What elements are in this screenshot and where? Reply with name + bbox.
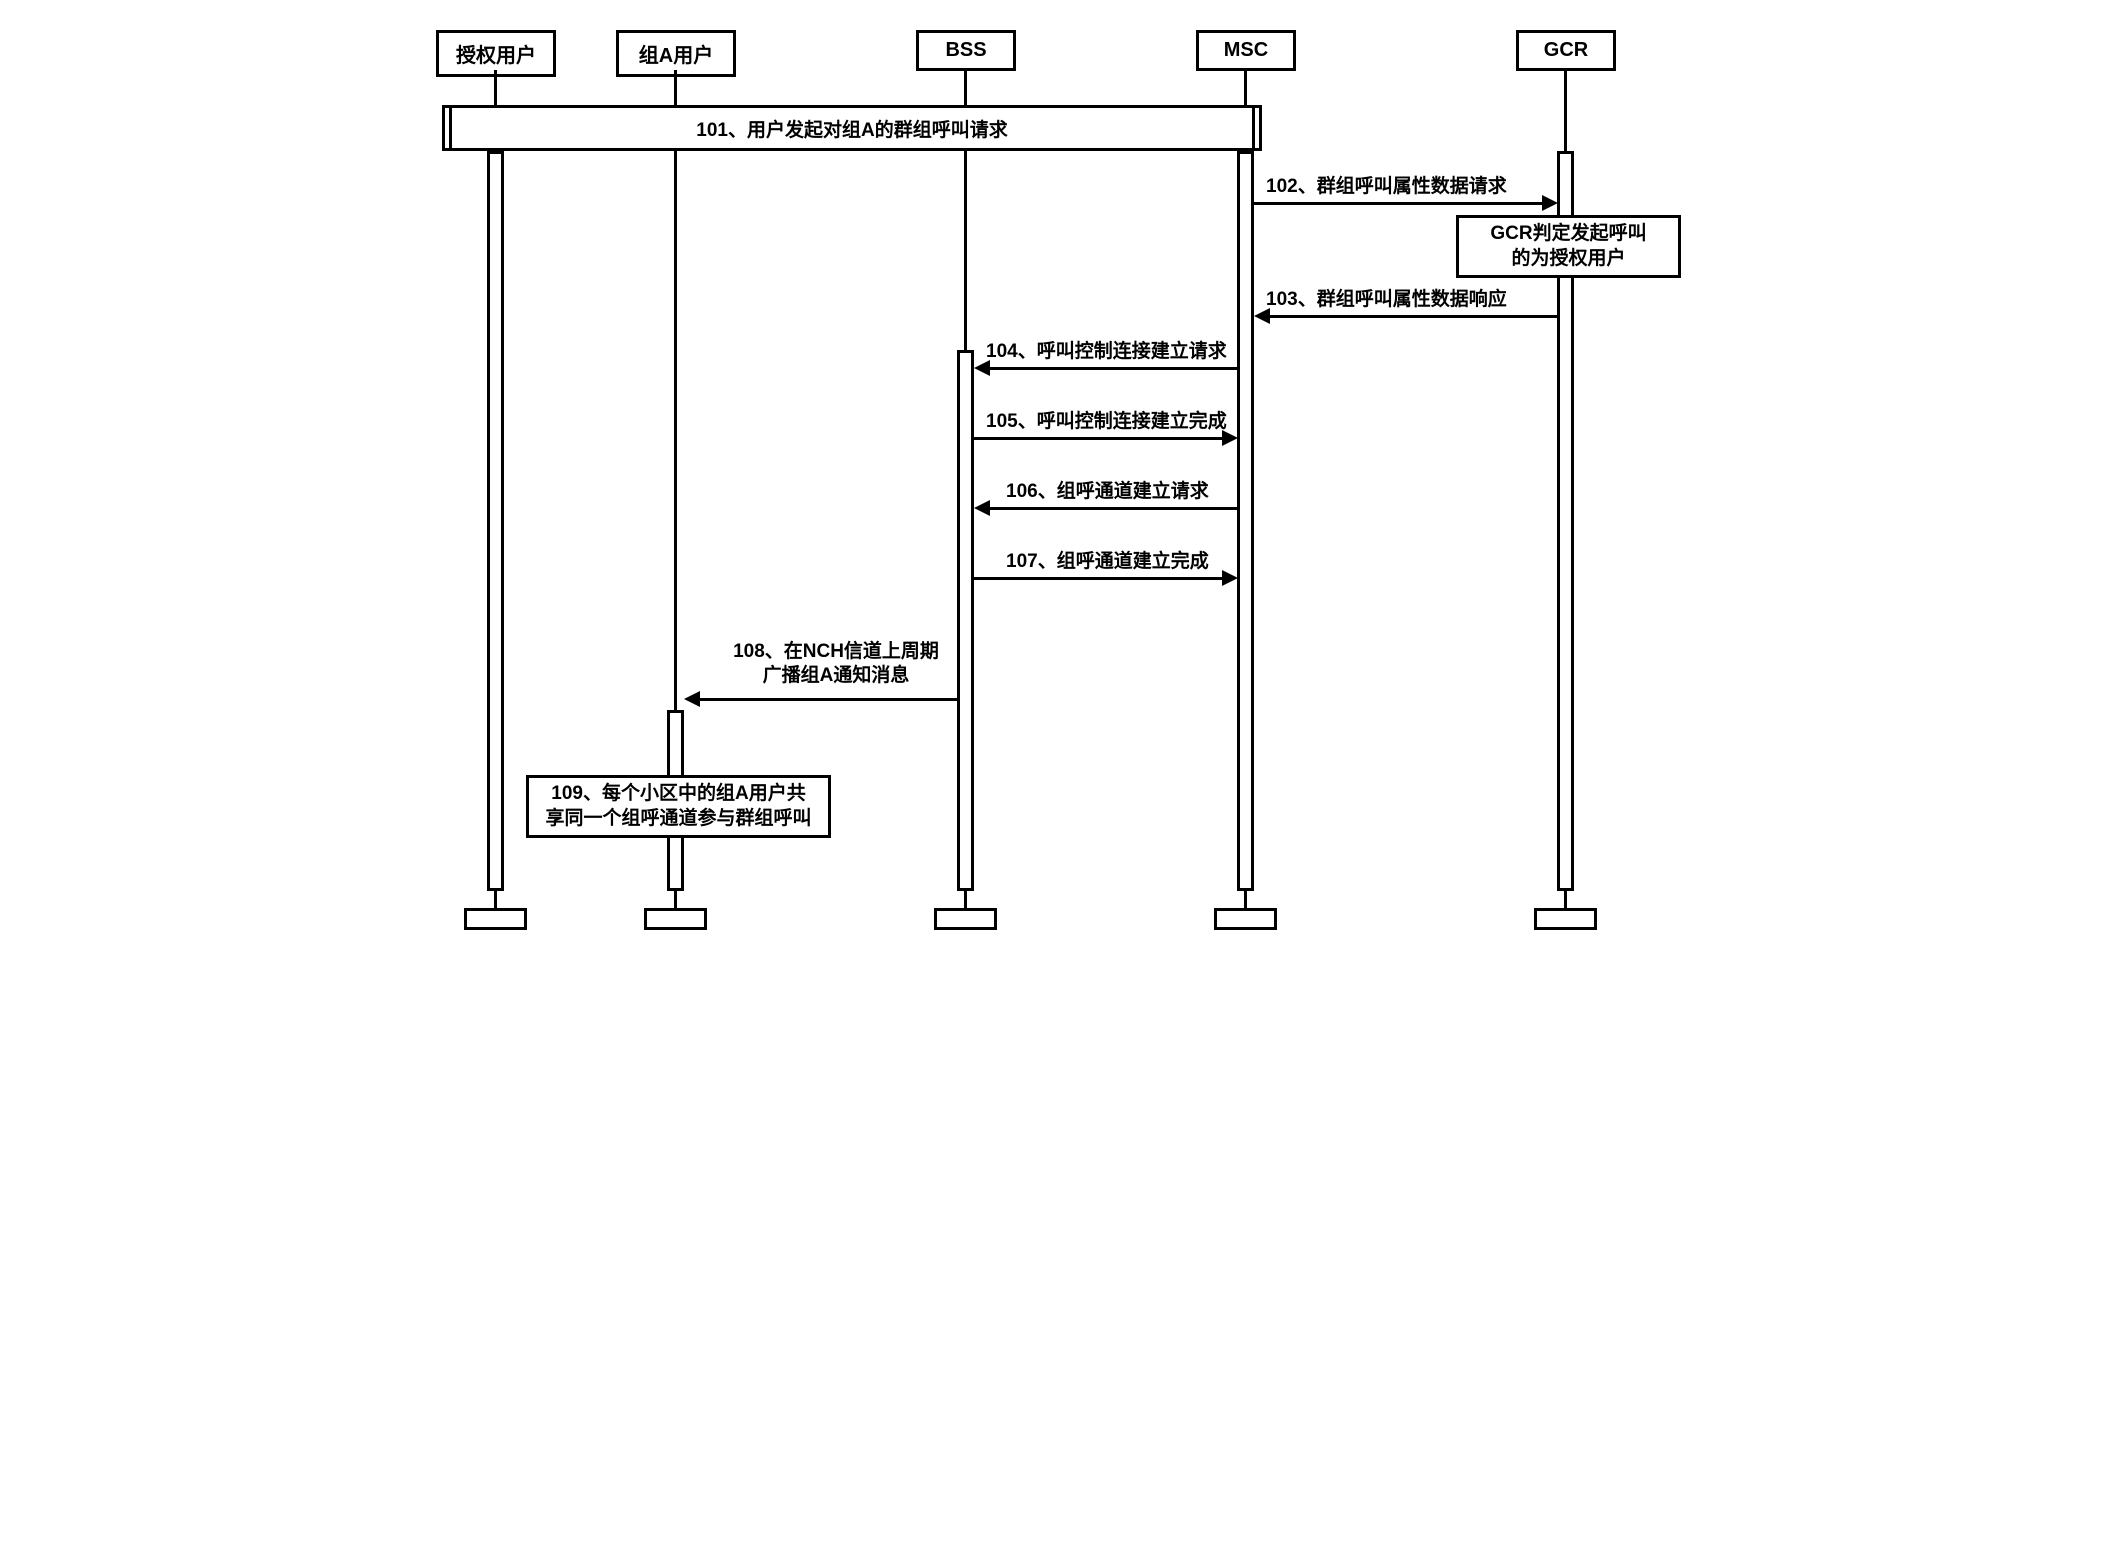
activation-authuser [487,151,504,891]
note-109-l1: 109、每个小区中的组A用户共 [535,782,822,807]
actor-bss: BSS [916,30,1016,71]
msg-101-label: 101、用户发起对组A的群组呼叫请求 [696,115,1007,142]
arrow-103 [1266,315,1558,318]
arrow-102 [1254,202,1546,205]
note-gcr-line2: 的为授权用户 [1465,247,1672,272]
arrow-107 [974,577,1226,580]
arrow-108-head [684,691,700,707]
activation-msc-101 [1252,105,1262,151]
foot-msc [1214,908,1277,930]
arrow-108 [696,698,958,701]
foot-auth-user [464,908,527,930]
arrow-105-head [1222,430,1238,446]
note-gcr-auth: GCR判定发起呼叫 的为授权用户 [1456,215,1681,278]
fragment-101: 101、用户发起对组A的群组呼叫请求 [446,105,1258,151]
foot-group-a-user [644,908,707,930]
arrow-103-head [1254,308,1270,324]
sequence-diagram: 授权用户 组A用户 BSS MSC GCR 101、用户发起对组A的群组呼叫请求… [416,20,1696,940]
note-gcr-line1: GCR判定发起呼叫 [1465,222,1672,247]
note-109-l2: 享同一个组呼通道参与群组呼叫 [535,807,822,832]
activation-authuser-101 [442,105,452,151]
msg-108-label: 108、在NCH信道上周期 广播组A通知消息 [711,640,961,688]
arrow-107-head [1222,570,1238,586]
arrow-106 [986,507,1238,510]
activation-bss [957,350,974,891]
msg-105-label: 105、呼叫控制连接建立完成 [986,410,1227,434]
arrow-106-head [974,500,990,516]
arrow-104-head [974,360,990,376]
arrow-105 [974,437,1226,440]
msg-102-label: 102、群组呼叫属性数据请求 [1266,175,1507,199]
msg-103-label: 103、群组呼叫属性数据响应 [1266,288,1507,312]
foot-gcr [1534,908,1597,930]
arrow-102-head [1542,195,1558,211]
msg-106-label: 106、组呼通道建立请求 [1006,480,1209,504]
actor-gcr: GCR [1516,30,1616,71]
note-109: 109、每个小区中的组A用户共 享同一个组呼通道参与群组呼叫 [526,775,831,838]
msg-107-label: 107、组呼通道建立完成 [1006,550,1209,574]
msg-108-l1: 108、在NCH信道上周期 [711,640,961,664]
msg-108-l2: 广播组A通知消息 [711,664,961,688]
arrow-104 [986,367,1238,370]
actor-msc: MSC [1196,30,1296,71]
activation-msc [1237,151,1254,891]
msg-104-label: 104、呼叫控制连接建立请求 [986,340,1227,364]
foot-bss [934,908,997,930]
